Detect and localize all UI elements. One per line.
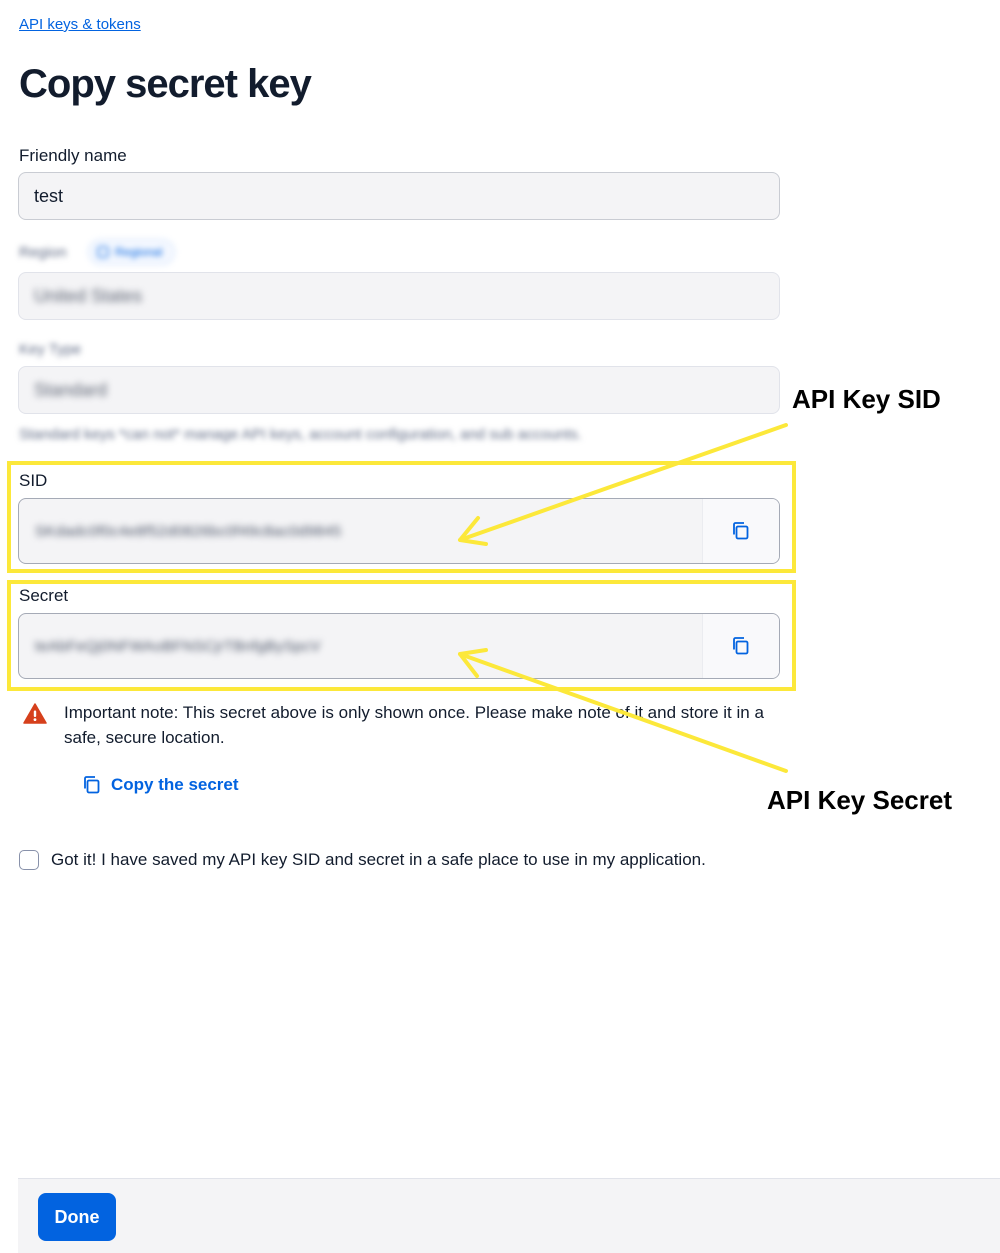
done-button[interactable]: Done	[38, 1193, 116, 1241]
annotation-arrows	[458, 423, 788, 773]
secret-arrow	[458, 652, 788, 773]
sid-arrow	[458, 423, 788, 542]
footer-bar	[18, 1178, 1000, 1253]
